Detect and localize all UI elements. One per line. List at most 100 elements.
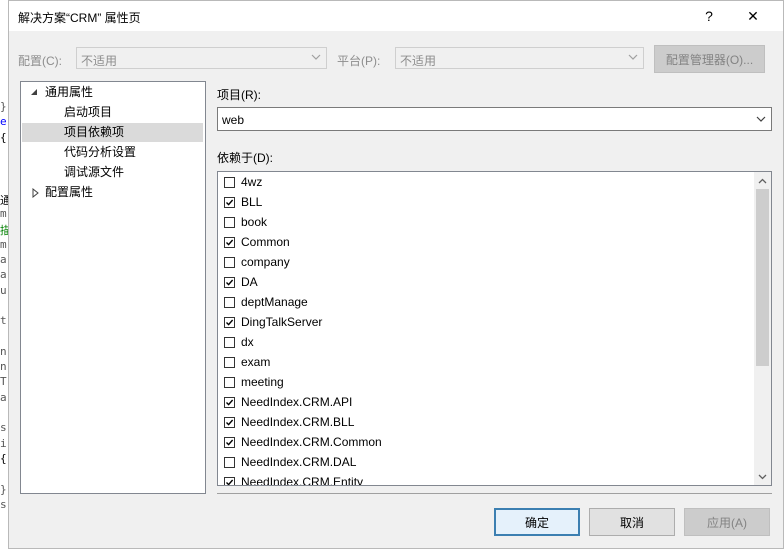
dependency-item[interactable]: meeting	[224, 372, 284, 392]
background-code-line: n	[0, 360, 7, 374]
checkbox-icon[interactable]	[224, 176, 235, 188]
background-code-line: a	[0, 253, 7, 266]
background-code-line: T	[0, 375, 7, 389]
chevron-down-icon	[311, 54, 321, 60]
dialog-title: 解决方案“CRM” 属性页	[18, 11, 141, 25]
checkbox-checked-icon[interactable]	[224, 196, 235, 208]
dependency-label: NeedIndex.CRM.BLL	[241, 415, 355, 429]
checkbox-icon[interactable]	[224, 336, 235, 348]
dependency-label: dx	[241, 335, 254, 349]
project-select-value: web	[222, 113, 245, 127]
background-code-line: {	[0, 451, 7, 465]
platform-label: 平台(P):	[337, 54, 381, 68]
background-code-line: u	[0, 283, 7, 297]
tree-item-startup-project[interactable]: 启动项目	[64, 103, 112, 122]
dependency-item[interactable]: BLL	[224, 192, 262, 212]
platform-select-value: 不适用	[400, 54, 437, 68]
checkbox-checked-icon[interactable]	[224, 396, 235, 408]
dependency-item[interactable]: company	[224, 252, 290, 272]
checkbox-checked-icon[interactable]	[224, 316, 235, 328]
config-select[interactable]: 不适用	[76, 47, 327, 69]
tree-item-code-analysis[interactable]: 代码分析设置	[64, 143, 136, 162]
config-label: 配置(C):	[18, 54, 62, 68]
background-code-line: t	[0, 314, 7, 328]
dependency-item[interactable]: DingTalkServer	[224, 312, 322, 332]
vertical-scrollbar[interactable]	[754, 172, 771, 485]
dependency-label: exam	[241, 355, 271, 369]
background-code-line: }	[0, 100, 7, 113]
dependency-label: DA	[241, 275, 258, 289]
apply-button[interactable]: 应用(A)	[684, 508, 770, 536]
dependency-label: 4wz	[241, 175, 263, 189]
chevron-down-icon	[628, 54, 638, 60]
checkbox-checked-icon[interactable]	[224, 416, 235, 428]
checkbox-checked-icon[interactable]	[224, 276, 235, 288]
background-code-line: s	[0, 497, 7, 511]
project-select[interactable]: web	[217, 107, 772, 131]
checkbox-icon[interactable]	[224, 456, 235, 468]
dependency-item[interactable]: DA	[224, 272, 258, 292]
dependency-label: NeedIndex.CRM.DAL	[241, 455, 357, 469]
background-code-line: i	[0, 436, 7, 450]
dependency-item[interactable]: exam	[224, 352, 270, 372]
background-code-line: 通	[0, 193, 8, 207]
background-code-line: }	[0, 482, 7, 496]
dependency-label: NeedIndex.CRM.Entity	[241, 475, 364, 486]
background-code-line: {	[0, 130, 7, 144]
chevron-down-icon	[756, 116, 766, 122]
dependency-item[interactable]: NeedIndex.CRM.API	[224, 392, 352, 412]
dependency-item[interactable]: NeedIndex.CRM.Common	[224, 432, 382, 452]
platform-select[interactable]: 不适用	[395, 47, 644, 69]
dependency-label: Common	[241, 235, 290, 249]
background-code-line: a	[0, 268, 7, 282]
dependency-item[interactable]: NeedIndex.CRM.DAL	[224, 452, 356, 472]
collapsed-arrow-icon[interactable]	[31, 188, 41, 198]
help-icon: ?	[705, 8, 713, 24]
tree-item-config-props[interactable]: 配置属性	[45, 183, 93, 202]
close-icon: ✕	[747, 7, 759, 24]
checkbox-checked-icon[interactable]	[224, 436, 235, 448]
config-manager-button[interactable]: 配置管理器(O)...	[654, 45, 765, 73]
properties-dialog: 解决方案“CRM” 属性页 ? ✕ 配置(C): 不适用 平台(P): 不适用 …	[8, 0, 784, 549]
background-code-line: 描	[0, 224, 8, 238]
background-code-line: s	[0, 421, 7, 435]
background-code-line: m	[0, 237, 7, 251]
separator	[217, 493, 772, 494]
cancel-button[interactable]: 取消	[589, 508, 675, 536]
dependency-item[interactable]: 4wz	[224, 172, 262, 192]
tree-item-project-dependencies[interactable]: 项目依赖项	[22, 123, 203, 142]
expanded-arrow-icon[interactable]	[30, 88, 40, 98]
scroll-up-icon[interactable]	[754, 172, 771, 189]
dependency-item[interactable]: book	[224, 212, 267, 232]
tree-item-common-props[interactable]: 通用属性	[45, 83, 93, 102]
dependency-item[interactable]: Common	[224, 232, 290, 252]
dependency-item[interactable]: NeedIndex.CRM.BLL	[224, 412, 354, 432]
scroll-thumb[interactable]	[756, 189, 769, 366]
dependency-item[interactable]: NeedIndex.CRM.Entity	[224, 472, 364, 486]
checkbox-icon[interactable]	[224, 356, 235, 368]
help-button[interactable]: ?	[687, 1, 731, 31]
checkbox-icon[interactable]	[224, 376, 235, 388]
dependency-list: 4wz BLL book Common company DA deptManage DingT…	[217, 171, 772, 486]
dependency-item[interactable]: deptManage	[224, 292, 308, 312]
background-code-line: e	[0, 115, 7, 129]
tree-item-label: 项目依赖项	[64, 125, 125, 139]
scroll-down-icon[interactable]	[754, 468, 771, 485]
dependency-label: BLL	[241, 195, 263, 209]
checkbox-icon[interactable]	[224, 256, 235, 268]
close-button[interactable]: ✕	[731, 1, 775, 31]
property-tree: 通用属性 启动项目 项目依赖项 代码分析设置 调试源文件 配置属性	[20, 81, 206, 494]
background-code-line: n	[0, 344, 7, 358]
dependency-label: NeedIndex.CRM.Common	[241, 435, 382, 449]
tree-item-debug-source[interactable]: 调试源文件	[64, 163, 124, 182]
checkbox-checked-icon[interactable]	[224, 476, 235, 485]
checkbox-icon[interactable]	[224, 296, 235, 308]
checkbox-checked-icon[interactable]	[224, 236, 235, 248]
dependency-item[interactable]: dx	[224, 332, 254, 352]
dependency-label: NeedIndex.CRM.API	[241, 395, 353, 409]
background-code-line: a	[0, 390, 7, 404]
dependency-label: book	[241, 215, 268, 229]
checkbox-icon[interactable]	[224, 216, 235, 228]
config-select-value: 不适用	[81, 54, 118, 68]
ok-button[interactable]: 确定	[494, 508, 580, 536]
